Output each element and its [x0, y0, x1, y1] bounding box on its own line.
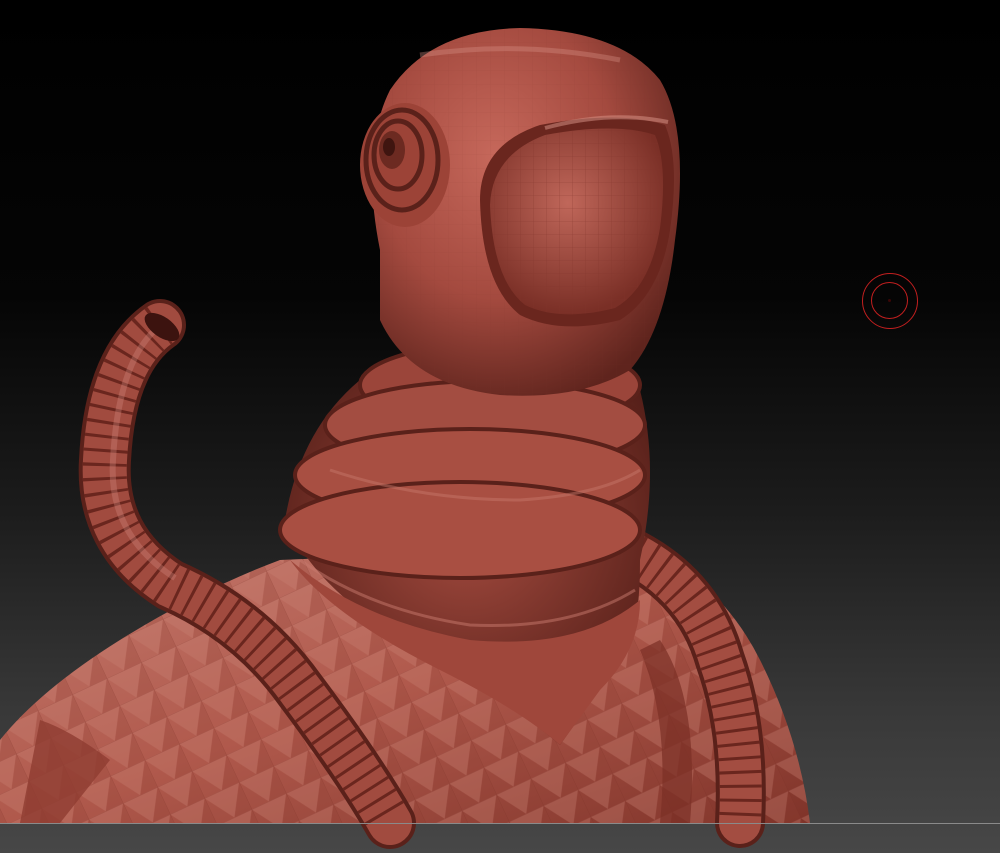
round-porthole — [360, 103, 450, 227]
canvas-bottom-border — [0, 823, 1000, 824]
brush-center-dot-icon — [888, 299, 891, 302]
brush-ring-icon[interactable] — [862, 273, 918, 329]
visor — [480, 115, 674, 327]
sculpt-viewport[interactable] — [0, 0, 1000, 853]
sculpt-model[interactable] — [0, 0, 1000, 853]
